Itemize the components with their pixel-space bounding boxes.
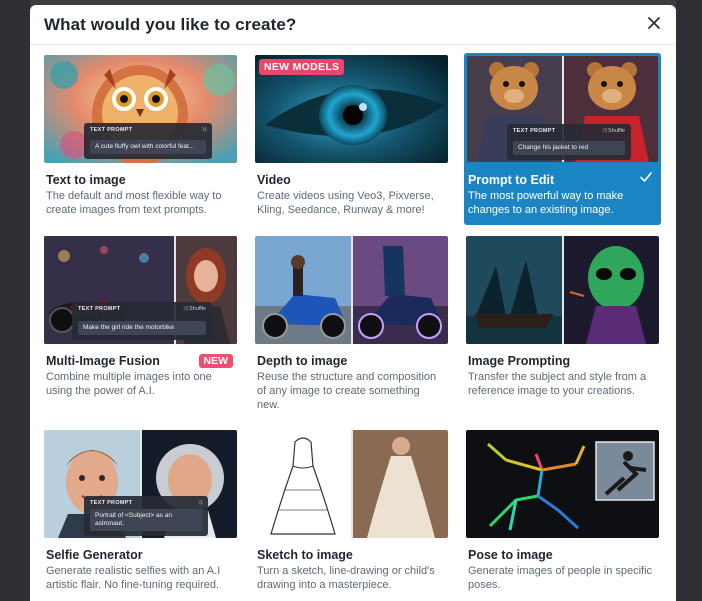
motorbike-girl-image: TEXT PROMPT ⤨ Shuffle Make the girl ride… bbox=[44, 236, 237, 344]
card-title: Video bbox=[257, 173, 291, 187]
text-prompt-label: TEXT PROMPT bbox=[78, 306, 121, 312]
card-description: Reuse the structure and composition of a… bbox=[257, 371, 437, 411]
card-title: Sketch to image bbox=[257, 548, 353, 562]
card-title: Prompt to Edit bbox=[468, 173, 555, 187]
prompt-text: Make the girl ride the motorbike bbox=[78, 321, 206, 335]
close-icon bbox=[648, 17, 660, 29]
card-description: Combine multiple images into one using t… bbox=[46, 371, 212, 397]
pose-skeleton-image bbox=[466, 430, 659, 538]
card-description: The most powerful way to make changes to… bbox=[468, 190, 624, 216]
check-icon bbox=[640, 172, 652, 182]
shuffle-label: ⤨ Shuffle bbox=[183, 306, 206, 312]
card-title: Selfie Generator bbox=[46, 548, 143, 562]
close-button[interactable] bbox=[640, 9, 668, 37]
backdrop-left bbox=[0, 0, 30, 601]
motorbike-image bbox=[255, 236, 448, 344]
backdrop-right bbox=[676, 0, 702, 601]
text-prompt-overlay: TEXT PROMPT ⤨ A cute fluffy owl with col… bbox=[84, 123, 212, 159]
card-title: Multi-Image Fusion bbox=[46, 354, 160, 368]
card-video[interactable]: NEW MODELS Video Create videos using Veo… bbox=[253, 53, 450, 225]
card-description: Create videos using Veo3, Pixverse, Klin… bbox=[257, 190, 434, 216]
prompt-text: A cute fluffy owl with colorful feat... bbox=[90, 140, 206, 154]
card-description: The default and most flexible way to cre… bbox=[46, 190, 222, 216]
new-badge: NEW bbox=[198, 354, 233, 368]
text-prompt-overlay: TEXT PROMPT ⤨ Shuffle Make the girl ride… bbox=[72, 302, 212, 340]
prompt-text: Portrait of <Subject> as an astronaut. bbox=[90, 509, 202, 531]
owl-image: TEXT PROMPT ⤨ A cute fluffy owl with col… bbox=[44, 55, 237, 163]
text-prompt-overlay: TEXT PROMPT ⤨ Portrait of <Subject> as a… bbox=[84, 496, 208, 536]
modal-header: What would you like to create? bbox=[30, 5, 676, 45]
text-prompt-label: TEXT PROMPT bbox=[90, 127, 133, 133]
card-title: Pose to image bbox=[468, 548, 553, 562]
text-prompt-label: TEXT PROMPT bbox=[513, 128, 556, 134]
create-modal: What would you like to create? TEXT PROM… bbox=[30, 5, 676, 601]
alien-image bbox=[466, 236, 659, 344]
card-description: Generate images of people in specific po… bbox=[468, 565, 653, 591]
shuffle-icon: ⤨ bbox=[201, 127, 206, 133]
bear-image: TEXT PROMPT ⤨ Shuffle Change his jacket … bbox=[467, 56, 658, 162]
card-title: Depth to image bbox=[257, 354, 348, 368]
card-description: Transfer the subject and style from a re… bbox=[468, 371, 647, 397]
text-prompt-overlay: TEXT PROMPT ⤨ Shuffle Change his jacket … bbox=[507, 124, 631, 160]
prompt-text: Change his jacket to red bbox=[513, 141, 625, 155]
text-prompt-label: TEXT PROMPT bbox=[90, 500, 133, 506]
card-text-to-image[interactable]: TEXT PROMPT ⤨ A cute fluffy owl with col… bbox=[42, 53, 239, 225]
dress-sketch-image bbox=[255, 430, 448, 538]
card-title: Image Prompting bbox=[468, 354, 571, 368]
modal-title: What would you like to create? bbox=[44, 15, 297, 34]
eye-image: NEW MODELS bbox=[255, 55, 448, 163]
card-selfie-generator[interactable]: TEXT PROMPT ⤨ Portrait of <Subject> as a… bbox=[42, 428, 239, 600]
card-depth-to-image[interactable]: Depth to image Reuse the structure and c… bbox=[253, 234, 450, 411]
card-description: Generate realistic selfies with an A.I a… bbox=[46, 565, 221, 591]
card-image-prompting[interactable]: Image Prompting Transfer the subject and… bbox=[464, 234, 661, 406]
shuffle-label: ⤨ Shuffle bbox=[602, 128, 625, 134]
card-description: Turn a sketch, line-drawing or child's d… bbox=[257, 565, 435, 591]
card-title: Text to image bbox=[46, 173, 126, 187]
card-prompt-to-edit[interactable]: TEXT PROMPT ⤨ Shuffle Change his jacket … bbox=[464, 53, 661, 225]
new-models-badge: NEW MODELS bbox=[259, 59, 345, 75]
card-multi-image-fusion[interactable]: TEXT PROMPT ⤨ Shuffle Make the girl ride… bbox=[42, 234, 239, 406]
shuffle-icon: ⤨ bbox=[197, 500, 202, 506]
card-pose-to-image[interactable]: Pose to image Generate images of people … bbox=[464, 428, 661, 600]
card-sketch-to-image[interactable]: Sketch to image Turn a sketch, line-draw… bbox=[253, 428, 450, 600]
astronaut-image: TEXT PROMPT ⤨ Portrait of <Subject> as a… bbox=[44, 430, 237, 538]
